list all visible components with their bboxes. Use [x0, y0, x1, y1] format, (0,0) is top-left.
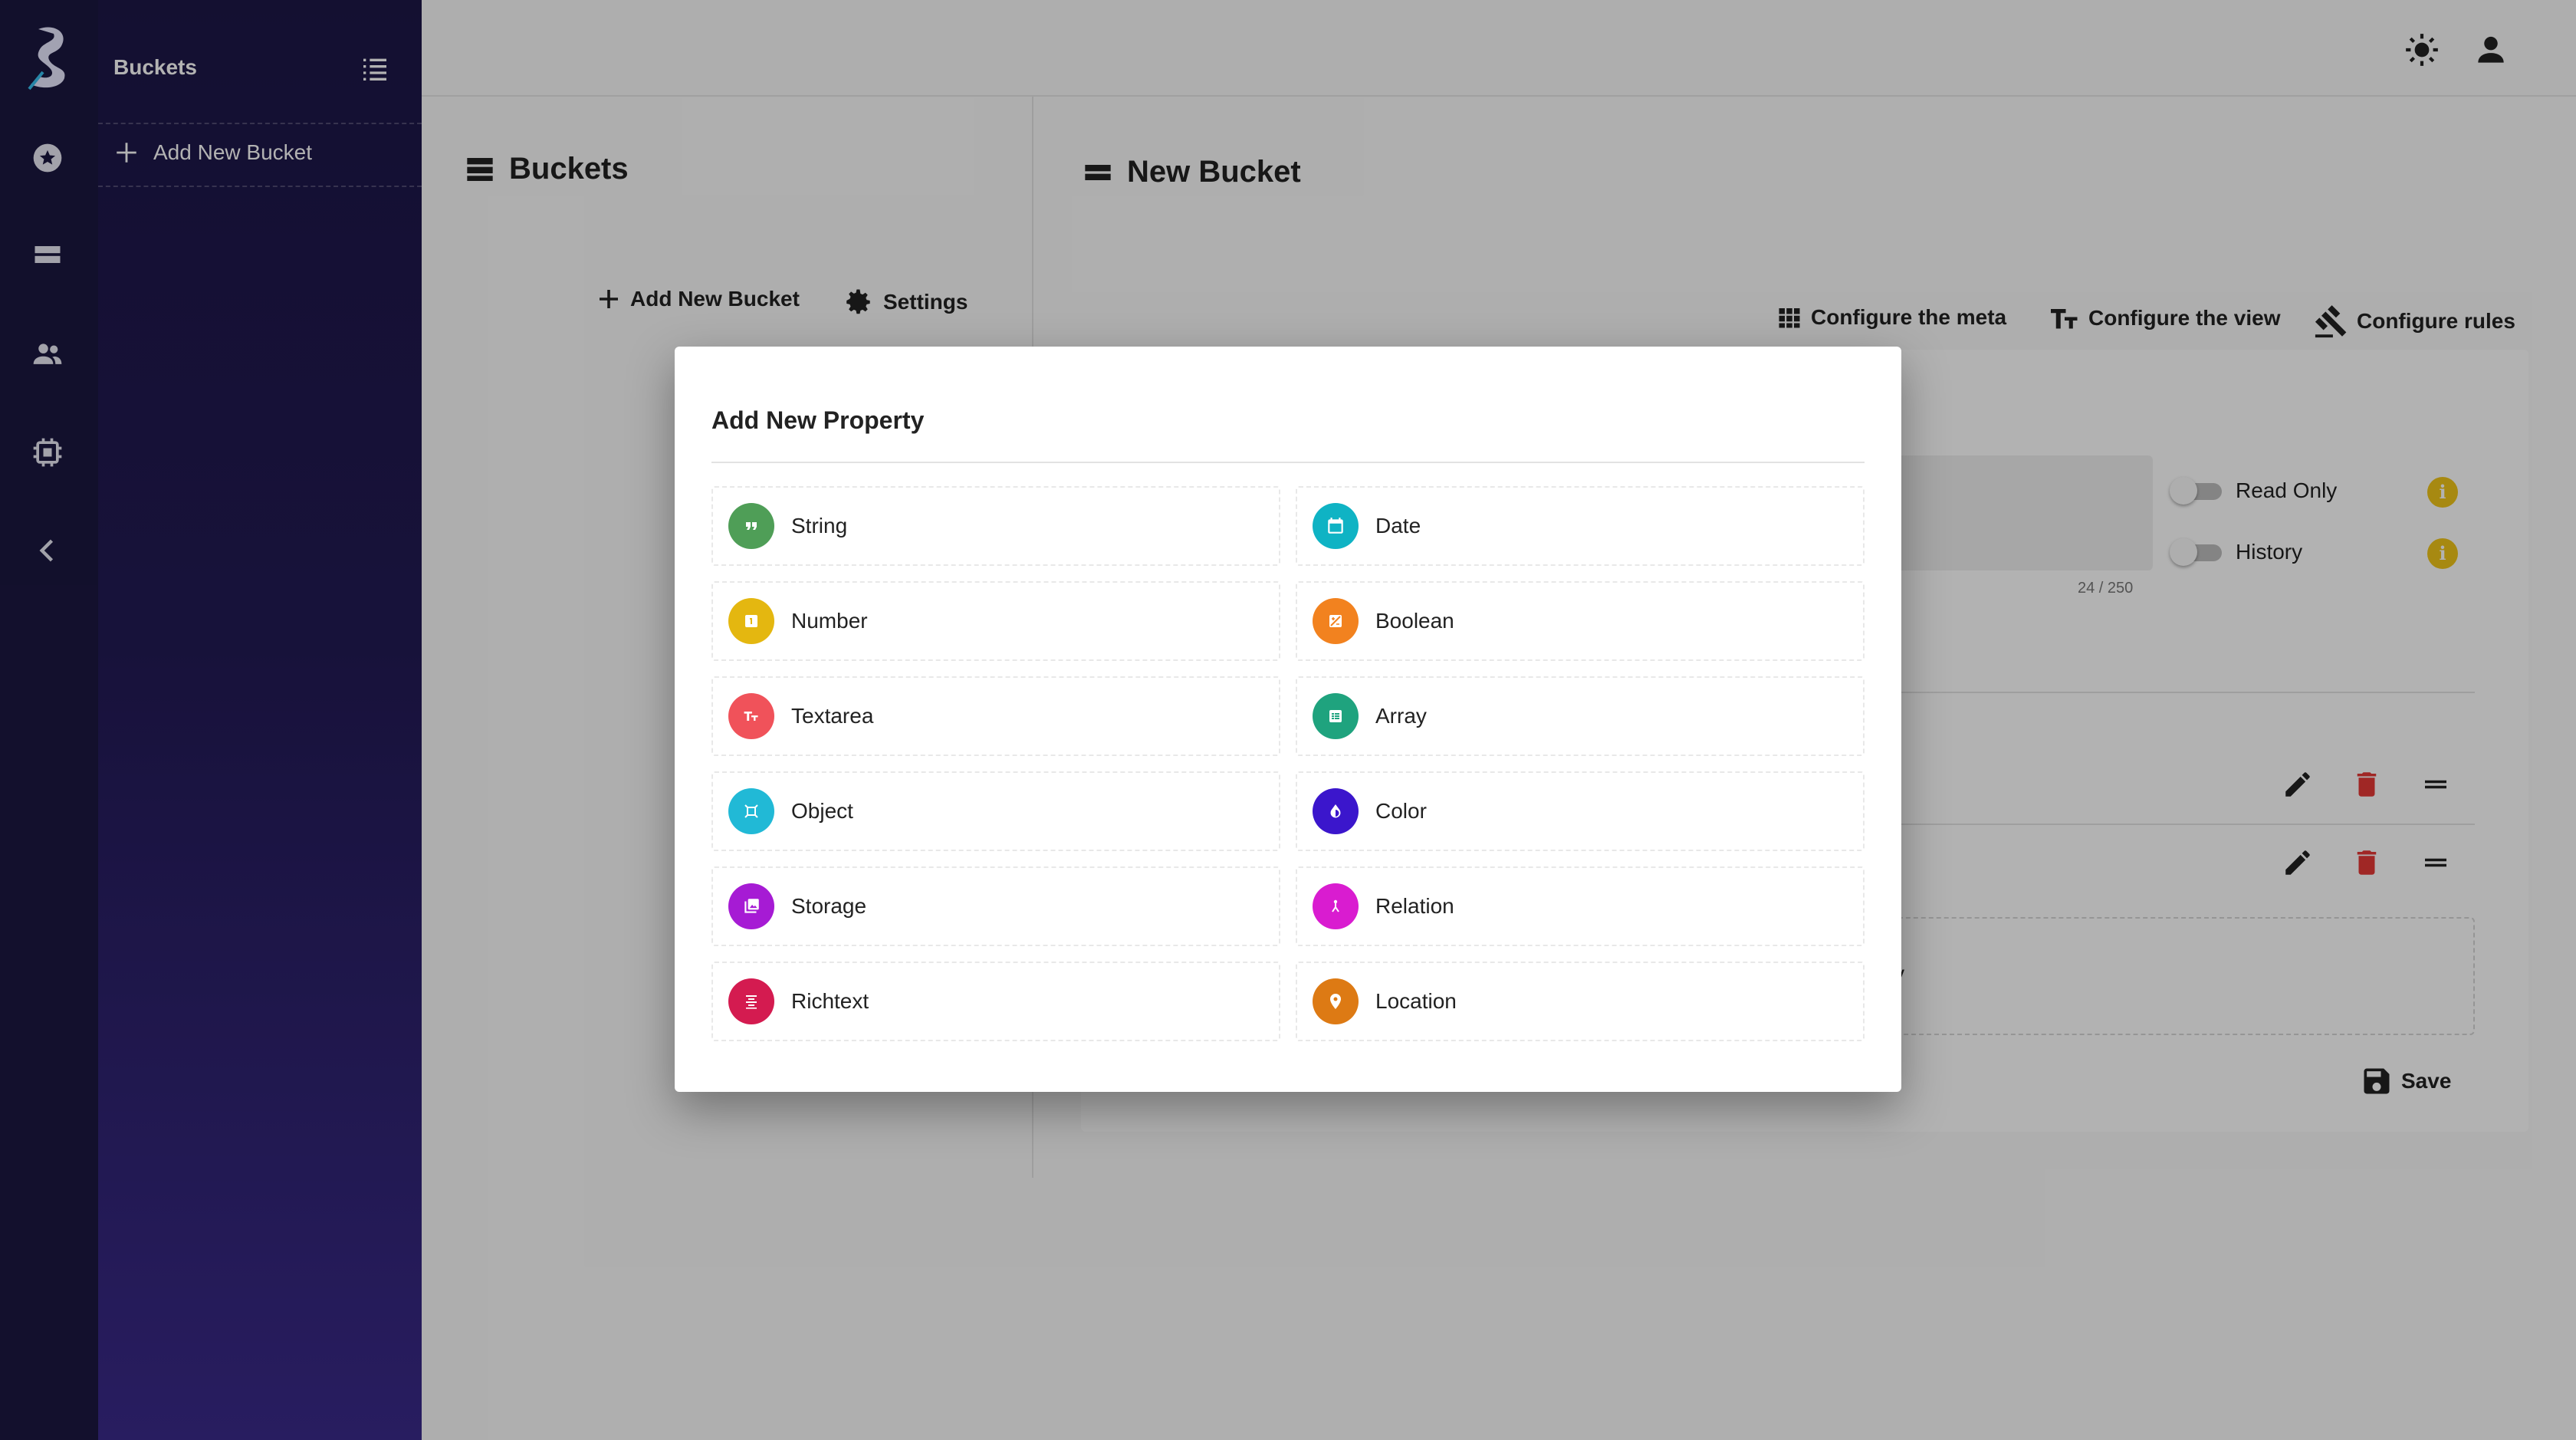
property-option-textarea[interactable]: Textarea: [711, 676, 1280, 756]
property-option-object[interactable]: Object: [711, 771, 1280, 851]
property-label: Location: [1375, 989, 1457, 1013]
property-label: Object: [791, 799, 853, 823]
property-label: Boolean: [1375, 609, 1454, 633]
calendar-icon: [1313, 503, 1359, 549]
location-pin-icon: [1313, 978, 1359, 1024]
property-label: Relation: [1375, 894, 1454, 918]
dialog-divider: [711, 462, 1865, 463]
property-label: Storage: [791, 894, 867, 918]
property-label: Number: [791, 609, 868, 633]
array-icon: [1313, 693, 1359, 739]
text-fields-icon: [728, 693, 774, 739]
image-icon: [728, 883, 774, 929]
property-option-location[interactable]: Location: [1296, 962, 1865, 1041]
relation-icon: [1313, 883, 1359, 929]
property-label: Textarea: [791, 704, 874, 728]
color-drop-icon: [1313, 788, 1359, 834]
property-option-date[interactable]: Date: [1296, 486, 1865, 566]
dialog-title: Add New Property: [711, 406, 925, 434]
property-label: String: [791, 514, 848, 538]
property-type-grid: String Date Number Boolean Textarea Arra…: [711, 486, 1865, 1041]
boolean-icon: [1313, 598, 1359, 644]
add-property-dialog: Add New Property String Date Number Bool…: [675, 347, 1901, 1092]
object-icon: [728, 788, 774, 834]
property-option-string[interactable]: String: [711, 486, 1280, 566]
property-option-array[interactable]: Array: [1296, 676, 1865, 756]
property-option-boolean[interactable]: Boolean: [1296, 581, 1865, 661]
format-align-icon: [728, 978, 774, 1024]
property-label: Date: [1375, 514, 1421, 538]
quote-icon: [728, 503, 774, 549]
property-option-color[interactable]: Color: [1296, 771, 1865, 851]
property-option-storage[interactable]: Storage: [711, 866, 1280, 946]
property-option-relation[interactable]: Relation: [1296, 866, 1865, 946]
number-icon: [728, 598, 774, 644]
property-label: Color: [1375, 799, 1427, 823]
property-option-richtext[interactable]: Richtext: [711, 962, 1280, 1041]
property-option-number[interactable]: Number: [711, 581, 1280, 661]
property-label: Richtext: [791, 989, 869, 1013]
property-label: Array: [1375, 704, 1427, 728]
